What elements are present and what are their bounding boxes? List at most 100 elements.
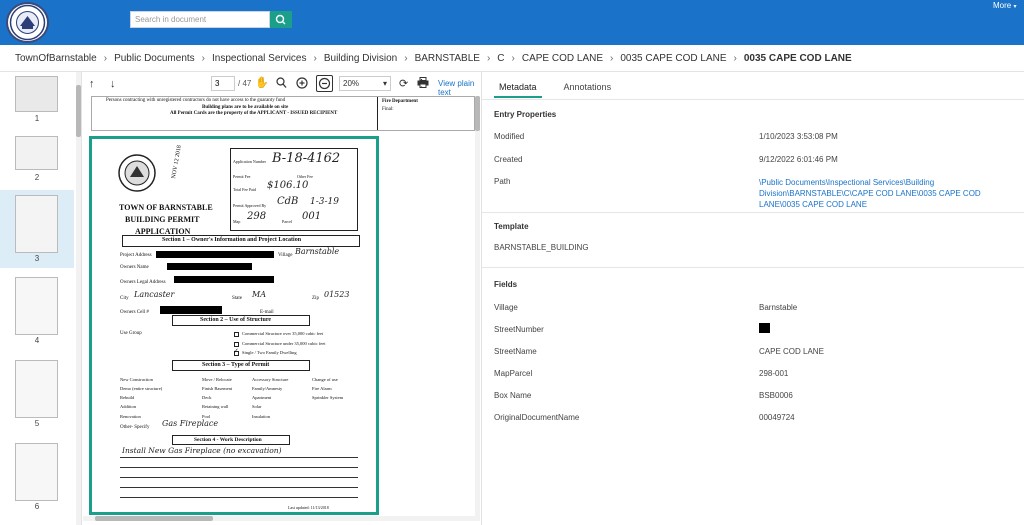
app-number-label: Application Number (233, 159, 266, 164)
breadcrumb-item[interactable]: Building Division (324, 53, 397, 64)
checkmark-icon: ✓ (233, 347, 239, 355)
arrow-up-icon[interactable]: ↑ (89, 77, 95, 91)
breadcrumb-item[interactable]: Inspectional Services (212, 53, 307, 64)
other-specify-value: Gas Fireplace (162, 419, 219, 428)
entry-properties-heading: Entry Properties (494, 110, 557, 119)
map-label: Map (233, 219, 241, 224)
thumbnail-page-number: 2 (34, 173, 40, 182)
zoom-in-icon[interactable] (296, 77, 308, 93)
field-label: StreetNumber (494, 325, 544, 334)
zip-label: Zip (312, 296, 319, 301)
total-fee-value: $106.10 (267, 180, 309, 191)
permit-type: Demo (entire structure) (120, 386, 163, 391)
view-plain-text-link[interactable]: View plain text (438, 79, 480, 97)
breadcrumb-separator-icon: › (511, 52, 515, 64)
breadcrumb: TownOfBarnstable › Public Documents › Insp… (0, 45, 1024, 72)
page-thumbnail[interactable]: 4 (0, 272, 74, 347)
breadcrumb-item[interactable]: Public Documents (114, 53, 195, 64)
path-link[interactable]: \Public Documents\Inspectional Services\… (759, 177, 1019, 210)
page-thumbnail[interactable]: 6 (0, 438, 74, 513)
permit-type: Accessory Structure (252, 377, 289, 382)
breadcrumb-item[interactable]: C (497, 53, 504, 64)
page-thumbnail[interactable]: 2 (0, 128, 74, 186)
search-button[interactable] (270, 11, 292, 28)
page-thumbnail[interactable]: 1 (0, 72, 74, 124)
redacted-value (759, 323, 770, 333)
state-value: MA (252, 290, 266, 299)
field-label: MapParcel (494, 369, 533, 378)
permit-type: Finish Basement (202, 386, 233, 391)
thumbnail-scrollbar-thumb[interactable] (76, 85, 81, 137)
template-heading: Template (494, 222, 529, 231)
document-viewer[interactable]: Persons contracting with unregistered co… (83, 96, 480, 525)
owners-name-label: Owners Name (120, 265, 149, 270)
breadcrumb-item[interactable]: CAPE COD LANE (522, 53, 603, 64)
page-thumbnail[interactable]: 5 (0, 355, 74, 430)
page1-line2: Building plans are to be available on si… (202, 105, 289, 110)
tab-annotations[interactable]: Annotations (559, 80, 617, 98)
approved-date: 1-3-19 (310, 197, 339, 207)
thumbnail-page-number: 5 (34, 419, 40, 428)
owners-legal-label: Owners Legal Address (120, 280, 166, 285)
town-seal-logo[interactable] (6, 2, 49, 43)
permit-type: Family/Amnesty (252, 386, 283, 391)
field-value: CAPE COD LANE (759, 347, 824, 356)
page-total: / 47 (238, 79, 252, 88)
tab-metadata[interactable]: Metadata (494, 80, 542, 98)
arrow-down-icon[interactable]: ↓ (110, 77, 116, 91)
field-label: Village (494, 303, 518, 312)
section-1-heading: Section 1 – Owner's Information and Proj… (162, 237, 302, 243)
section-3-heading: Section 3 – Type of Permit (202, 362, 270, 368)
section-4-heading: Section 4 - Work Description (194, 437, 262, 443)
work-description-value: Install New Gas Fireplace (no excavation… (122, 446, 282, 455)
breadcrumb-current: 0035 CAPE COD LANE (743, 52, 852, 64)
field-value: Barnstable (759, 303, 798, 312)
page-thumbnail-selected[interactable]: 3 (0, 190, 74, 268)
permit-type: Rebuild (120, 395, 135, 400)
app-number-value: B-18-4162 (272, 151, 341, 166)
permit-type: Fire Alarm (312, 386, 332, 391)
breadcrumb-item[interactable]: 0035 CAPE COD LANE (620, 53, 726, 64)
rotate-icon[interactable]: ⟳ (399, 77, 408, 91)
document-page-1: Persons contracting with unregistered co… (91, 96, 475, 131)
breadcrumb-separator-icon: › (313, 52, 317, 64)
form-footer: Last updated: 11/13/2018 (288, 505, 329, 510)
thumbnail-scrollbar[interactable] (76, 72, 81, 525)
viewer-scrollbar-thumb[interactable] (475, 96, 480, 131)
field-value: 298-001 (759, 369, 789, 378)
zoom-icon[interactable] (276, 77, 287, 93)
breadcrumb-item[interactable]: BARNSTABLE (415, 53, 480, 64)
permit-type: Move / Relocate (202, 377, 232, 382)
breadcrumb-separator-icon: › (103, 52, 108, 64)
total-fee-label: Total Fee Paid (233, 187, 257, 192)
metadata-panel: Metadata Annotations Entry Properties Mo… (481, 72, 1024, 525)
pan-hand-icon[interactable]: ✋ (255, 76, 269, 90)
breadcrumb-separator-icon: › (404, 52, 408, 64)
breadcrumb-item[interactable]: TownOfBarnstable (15, 53, 97, 64)
zoom-out-button[interactable] (316, 75, 333, 92)
use-option-1: Commercial Structure over 35,000 cubic f… (242, 331, 324, 336)
viewer-hscrollbar-thumb[interactable] (95, 516, 213, 521)
permit-type: Retaining wall (202, 404, 229, 409)
zoom-select[interactable]: 20% (339, 76, 391, 91)
breadcrumb-separator-icon: › (733, 52, 737, 64)
field-value: 00049724 (759, 413, 795, 422)
panel-tabs: Metadata Annotations (494, 80, 616, 98)
viewer-vertical-scrollbar[interactable] (475, 96, 480, 516)
city-label: City (120, 296, 129, 301)
page-number-input[interactable] (211, 76, 235, 91)
viewer-horizontal-scrollbar[interactable] (83, 516, 480, 521)
search-input[interactable] (130, 11, 270, 28)
chevron-down-icon: ▾ (1013, 4, 1017, 10)
more-options-icon[interactable]: ⋮ (416, 77, 427, 90)
map-value: 298 (247, 211, 267, 222)
checkbox (234, 332, 239, 337)
breadcrumb-separator-icon: › (610, 52, 614, 64)
form-title-1: TOWN OF BARNSTABLE (119, 203, 213, 212)
use-group-label: Use Group (120, 331, 142, 336)
search-icon (275, 14, 286, 25)
town-seal-image (118, 154, 156, 192)
more-menu[interactable]: More ▾ (993, 1, 1016, 10)
zip-value: 01523 (324, 290, 350, 299)
created-label: Created (494, 155, 523, 164)
